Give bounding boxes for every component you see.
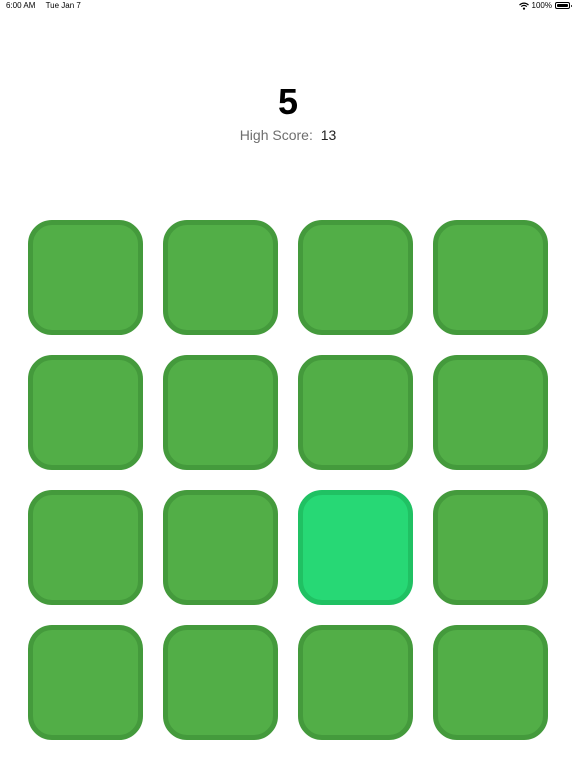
high-score-label: High Score: [239,127,313,143]
tile[interactable] [298,220,413,335]
high-score-value: 13 [320,127,337,143]
tile[interactable] [433,490,548,605]
tile[interactable] [28,625,143,740]
wifi-icon [518,2,529,10]
tile[interactable] [28,490,143,605]
tile[interactable] [298,625,413,740]
high-score: High Score: 13 [0,126,576,144]
status-time: 6:00 AM [6,1,36,10]
tile[interactable] [298,355,413,470]
status-date: Tue Jan 7 [45,1,81,10]
tile[interactable] [433,355,548,470]
tile[interactable] [433,625,548,740]
tile[interactable] [163,355,278,470]
battery-icon [555,2,572,9]
tile-grid [28,220,548,740]
tile[interactable] [163,220,278,335]
tile[interactable] [28,220,143,335]
tile[interactable] [28,355,143,470]
current-score: 5 [277,81,299,122]
tile-highlighted[interactable] [298,490,413,605]
tile[interactable] [163,490,278,605]
tile[interactable] [433,220,548,335]
status-left: 6:00 AM Tue Jan 7 [6,0,81,11]
battery-percentage: 100% [531,1,552,10]
tile[interactable] [163,625,278,740]
status-right: 100% [518,0,572,11]
status-bar: 6:00 AM Tue Jan 7 100% [0,0,576,14]
